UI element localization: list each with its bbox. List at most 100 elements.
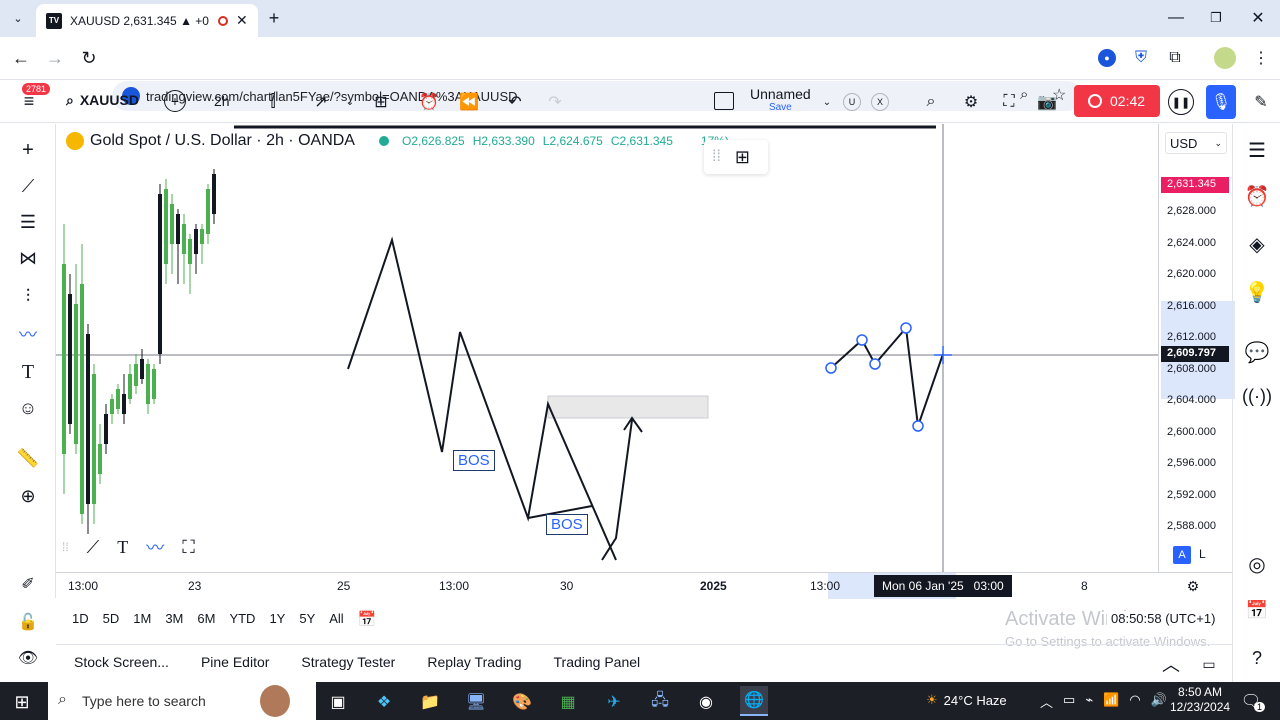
quick-search-icon[interactable]: ⌕	[920, 91, 942, 113]
time-scale[interactable]: 13:00 23 25 13:00 30 2025 13:00 8 Mon 06…	[56, 572, 1232, 599]
clock-label[interactable]: 08:50:58 (UTC+1)	[1107, 611, 1216, 626]
range-button-5y[interactable]: 5Y	[299, 611, 315, 626]
symbol-search[interactable]: ⌕ XAUUSD	[66, 92, 139, 109]
chrome-icon[interactable]: 🌐	[740, 686, 768, 716]
hide-drawings-icon[interactable]: 👁	[14, 646, 42, 670]
reload-icon[interactable]: ↻	[78, 47, 100, 69]
maximize-icon[interactable]: ❐	[1206, 8, 1226, 28]
close-tab-icon[interactable]: ✕	[236, 12, 248, 29]
extensions-puzzle-icon[interactable]: ⧉	[1166, 49, 1184, 67]
layout-chevron-icon[interactable]: ⌄	[820, 91, 834, 113]
projection-tool-icon[interactable]: ⫶	[14, 284, 42, 308]
forward-icon[interactable]: →	[44, 47, 66, 69]
clock-widget[interactable]: 8:50 AM 12/23/2024	[1170, 685, 1230, 715]
fullscreen-icon[interactable]: ⛶	[998, 91, 1020, 113]
network-icon[interactable]: 📶	[1103, 692, 1119, 711]
tray-chevron-icon[interactable]: ︿	[1040, 692, 1053, 711]
obs-icon[interactable]: ◉	[694, 690, 718, 714]
indicators-chevron-icon[interactable]: ⌄	[344, 91, 356, 113]
range-button-ytd[interactable]: YTD	[229, 611, 255, 626]
range-button-1y[interactable]: 1Y	[269, 611, 285, 626]
taskbar-search-field[interactable]: ⌕ Type here to search	[48, 682, 316, 720]
replay-icon[interactable]: ⏪	[458, 91, 480, 113]
range-button-1m[interactable]: 1M	[133, 611, 151, 626]
alerts-clock-icon[interactable]: ⏰	[1243, 182, 1271, 210]
shield-extension-icon[interactable]: ⛨	[1132, 49, 1150, 67]
chart-canvas[interactable]	[56, 124, 1158, 572]
minimize-icon[interactable]: —	[1166, 8, 1186, 28]
date-range-calendar-icon[interactable]: 📅	[356, 608, 378, 630]
bottom-tab[interactable]: Strategy Tester	[301, 654, 395, 670]
brush-tool-icon[interactable]: 〰	[14, 322, 42, 346]
streams-icon[interactable]: ((·))	[1242, 382, 1272, 410]
new-tab-icon[interactable]: +	[264, 8, 284, 28]
drag-handle-icon[interactable]: ⁞⁞	[712, 148, 721, 166]
auto-scale-button[interactable]: A	[1173, 546, 1191, 564]
range-button-1d[interactable]: 1D	[72, 611, 89, 626]
magnet-icon[interactable]: ✐	[14, 572, 42, 596]
collapse-panel-icon[interactable]: ︿	[1160, 653, 1182, 675]
back-icon[interactable]: ←	[10, 47, 32, 69]
interval-button[interactable]: 2h	[214, 93, 230, 109]
x-button[interactable]: X	[871, 93, 889, 111]
line-tool-icon[interactable]: ⟋	[87, 537, 100, 558]
range-button-5d[interactable]: 5D	[103, 611, 120, 626]
log-scale-button[interactable]: L	[1199, 547, 1206, 561]
path-tool-icon[interactable]: 〰	[146, 534, 164, 560]
range-button-3m[interactable]: 3M	[165, 611, 183, 626]
u-button[interactable]: U	[843, 93, 861, 111]
object-tree-icon[interactable]: ⊞	[735, 147, 750, 168]
fib-retracement-icon[interactable]: ☰	[14, 210, 42, 234]
microphone-icon[interactable]: 🎙	[1206, 85, 1236, 119]
text-tool-icon[interactable]: T	[14, 360, 42, 384]
pattern-tool-icon[interactable]: ⋈	[14, 246, 42, 270]
path-handle[interactable]	[900, 322, 912, 334]
bottom-tab[interactable]: Pine Editor	[201, 654, 269, 670]
pause-icon[interactable]: ❚❚	[1168, 89, 1194, 115]
text-tool-icon[interactable]: T	[117, 537, 128, 558]
bos-label-2[interactable]: BOS	[546, 514, 588, 535]
close-window-icon[interactable]: ✕	[1248, 8, 1268, 28]
battery-icon[interactable]: ▭	[1063, 692, 1075, 711]
task-view-icon[interactable]: ▣	[326, 690, 350, 714]
browser-tab[interactable]: TV XAUUSD 2,631.345 ▲ +0.29 ✕	[36, 4, 258, 37]
indicators-icon[interactable]: ↗	[310, 91, 332, 113]
app-icon[interactable]: 🖥	[464, 690, 488, 714]
templates-icon[interactable]: ⊞	[370, 91, 392, 113]
redo-icon[interactable]: ↷	[544, 91, 566, 113]
volume-icon[interactable]: 🔊	[1151, 692, 1167, 711]
lock-drawings-icon[interactable]: 🔓	[14, 610, 42, 634]
bottom-tab[interactable]: Trading Panel	[554, 654, 641, 670]
rectangle-tool-icon[interactable]: ⛶	[182, 537, 195, 558]
undo-icon[interactable]: ↶	[504, 91, 526, 113]
layout-name[interactable]: Unnamed Save	[750, 87, 811, 115]
chart-pane[interactable]: BOS BOS Gold Spot / U.S. Dollar · 2h · O…	[56, 124, 1158, 572]
pen-off-icon[interactable]: ✎	[1248, 89, 1274, 115]
help-icon[interactable]: ?	[1243, 644, 1271, 672]
legend-title[interactable]: Gold Spot / U.S. Dollar · 2h · OANDA	[90, 132, 355, 150]
zoom-in-icon[interactable]: ⊕	[14, 484, 42, 508]
emoji-icon[interactable]: ☺	[14, 396, 42, 420]
chat-icon[interactable]: 💬	[1243, 338, 1271, 366]
more-menu-icon[interactable]: ⋮	[1252, 49, 1270, 67]
range-button-all[interactable]: All	[329, 611, 343, 626]
weather-widget[interactable]: ☀ 24°C Haze	[926, 692, 1007, 708]
watchlist-icon[interactable]: ☰	[1243, 136, 1271, 164]
dom-icon[interactable]: ◎	[1243, 550, 1271, 578]
path-handle[interactable]	[869, 358, 881, 370]
app-icon[interactable]: 🖧	[648, 690, 672, 714]
usb-icon[interactable]: ⌁	[1085, 692, 1093, 711]
ruler-icon[interactable]: 📏	[14, 446, 42, 470]
settings-gear-icon[interactable]: ⚙	[960, 91, 982, 113]
trend-line-icon[interactable]: ⟋	[14, 174, 42, 198]
price-scale[interactable]: USD ⌄ 2,628.000 2,624.000 2,620.000 2,616.0…	[1158, 124, 1235, 572]
app-icon[interactable]: 🎨	[510, 690, 534, 714]
bottom-tab[interactable]: Stock Screen...	[74, 654, 169, 670]
layers-icon[interactable]: ◈	[1243, 230, 1271, 258]
currency-select[interactable]: USD ⌄	[1165, 132, 1227, 154]
layout-checkbox[interactable]	[714, 92, 734, 110]
tab-list-icon[interactable]: ⌄	[8, 8, 28, 28]
drag-handle-icon[interactable]: ⁞⁞	[62, 540, 69, 554]
candles-icon[interactable]: ⫿	[262, 91, 284, 113]
crosshair-icon[interactable]: +	[14, 138, 42, 162]
